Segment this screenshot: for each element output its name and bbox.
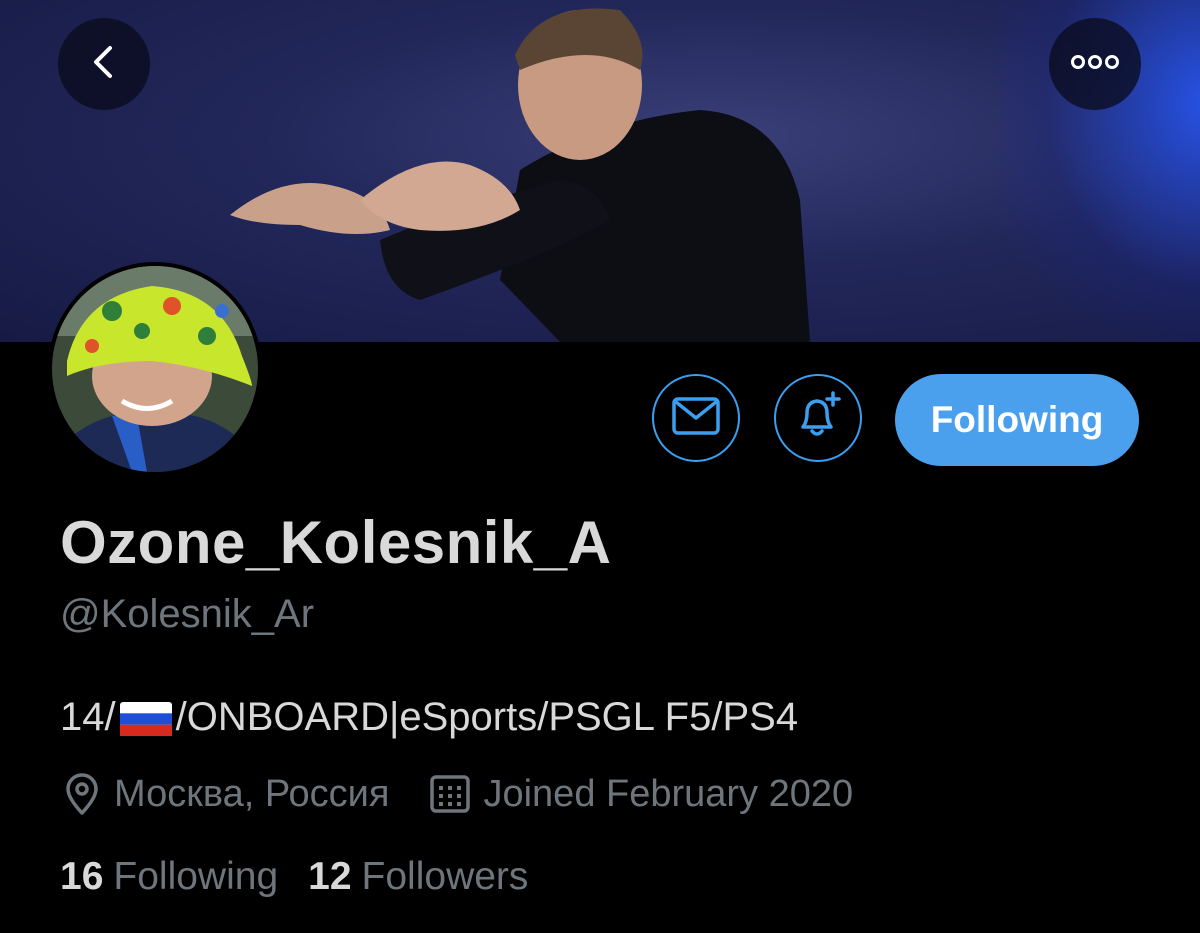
more-horizontal-icon: [1070, 52, 1120, 77]
profile-stats: 16 Following 12 Followers: [60, 855, 528, 899]
following-count-link[interactable]: 16 Following: [60, 855, 278, 899]
avatar-photo: [52, 266, 258, 472]
notifications-button[interactable]: [774, 374, 862, 462]
followers-count: 12: [308, 855, 352, 898]
avatar[interactable]: [48, 262, 262, 476]
following-count: 16: [60, 855, 104, 898]
following-label: Following: [113, 855, 279, 898]
followers-label: Followers: [361, 855, 529, 898]
back-button[interactable]: [58, 18, 150, 110]
profile-meta: Москва, Россия Joined February 2020: [62, 770, 853, 818]
bell-plus-icon: [791, 389, 845, 448]
map-pin-icon: [62, 772, 102, 816]
location-text: Москва, Россия: [114, 772, 390, 815]
join-date-text: Joined February 2020: [483, 772, 854, 815]
bio: 14/ /ONBOARD|eSports/PSGL F5/PS4: [60, 695, 798, 740]
join-date: Joined February 2020: [429, 773, 853, 816]
envelope-icon: [671, 396, 721, 441]
calendar-icon: [429, 774, 471, 814]
russia-flag-icon: [119, 701, 172, 736]
chevron-left-icon: [84, 42, 124, 87]
location: Москва, Россия: [62, 772, 389, 816]
user-handle: @Kolesnik_Ar: [60, 592, 315, 636]
more-options-button[interactable]: [1049, 18, 1141, 110]
message-button[interactable]: [652, 374, 740, 462]
followers-count-link[interactable]: 12 Followers: [308, 855, 528, 899]
display-name: Ozone_Kolesnik_A: [60, 509, 612, 576]
following-button[interactable]: Following: [895, 374, 1139, 466]
bio-prefix: 14/: [60, 695, 116, 739]
bio-suffix: /ONBOARD|eSports/PSGL F5/PS4: [175, 695, 799, 739]
